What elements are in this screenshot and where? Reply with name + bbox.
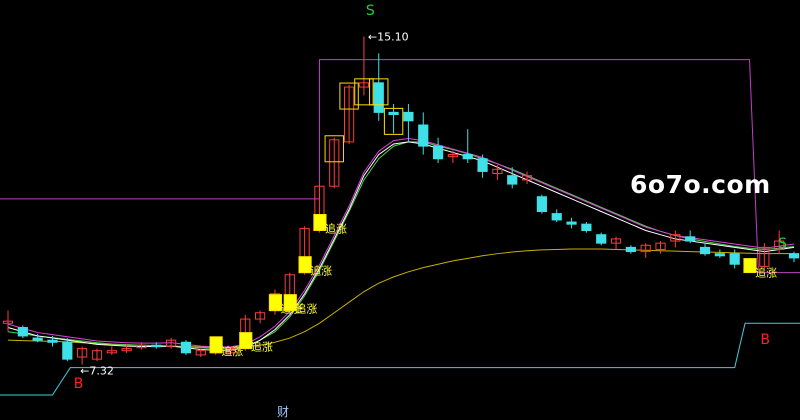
max-price-label: ←15.10 <box>368 30 409 43</box>
candle-body <box>462 154 473 160</box>
candle-body <box>62 341 73 360</box>
candle <box>180 340 192 355</box>
candlestick-chart: 追涨追涨追涨追涨追涨追涨追涨←15.10←7.32BSBS <box>0 3 800 396</box>
candle <box>373 53 384 121</box>
candle <box>536 194 547 214</box>
candle <box>685 230 696 244</box>
candle-body <box>581 223 592 231</box>
candle <box>343 84 355 145</box>
candle-body <box>388 111 399 115</box>
min-price-label: ←7.32 <box>80 365 114 378</box>
candle <box>551 209 562 223</box>
candle <box>447 150 459 163</box>
candle <box>714 249 725 258</box>
sell-marker: S <box>778 236 787 252</box>
finance-tab[interactable]: 财 <box>277 403 289 420</box>
candle-body <box>729 253 740 265</box>
candle-body <box>714 253 725 257</box>
candle <box>358 36 370 96</box>
candle <box>462 129 473 163</box>
candle <box>759 243 770 269</box>
candle <box>77 346 88 365</box>
candle-body <box>151 344 162 348</box>
sell-marker: S <box>366 3 375 19</box>
candle <box>699 243 711 256</box>
candle <box>418 112 429 155</box>
candle-body <box>551 213 562 221</box>
candle <box>625 245 636 254</box>
signal-label: 追涨 <box>295 302 317 316</box>
signal-label: 追涨 <box>251 340 273 354</box>
candle-body <box>699 246 711 255</box>
candle-body <box>507 175 518 185</box>
candle-body <box>685 236 696 242</box>
candle <box>106 346 117 355</box>
watermark-text: 6o7o.com <box>630 170 771 199</box>
candle <box>566 217 577 229</box>
signal-label: 追涨 <box>310 264 332 278</box>
band-lower-line <box>0 322 800 396</box>
signal-label: 追涨 <box>325 221 347 235</box>
candle-body <box>180 341 192 354</box>
candle <box>91 348 103 362</box>
candle <box>581 222 592 233</box>
candle-body <box>418 124 429 147</box>
candle-body <box>17 327 28 337</box>
candle <box>788 251 800 263</box>
signal-label: 追涨 <box>755 266 777 280</box>
candle <box>596 232 607 246</box>
candle <box>655 241 666 254</box>
candle-body <box>536 196 547 212</box>
candle-body <box>373 82 384 113</box>
candle-body <box>596 234 607 244</box>
candle-body <box>432 145 444 160</box>
candle-body <box>403 111 414 122</box>
ma-long-line <box>7 248 794 348</box>
candle-body <box>625 246 636 253</box>
candle-body <box>566 221 577 225</box>
chart-panel: 追涨追涨追涨追涨追涨追涨追涨←15.10←7.32BSBS 6o7o.com 财 <box>0 0 800 420</box>
candle <box>255 310 266 324</box>
candle-body <box>47 339 58 343</box>
candle <box>610 236 622 250</box>
candle <box>432 137 444 163</box>
buy-marker: B <box>74 376 84 392</box>
candle <box>403 103 414 142</box>
candle <box>329 137 340 189</box>
candle <box>17 325 28 339</box>
candle-body <box>477 158 488 172</box>
candle <box>492 165 503 180</box>
buy-marker: B <box>760 332 770 348</box>
candle-body <box>32 337 43 341</box>
candle-body <box>788 253 800 259</box>
